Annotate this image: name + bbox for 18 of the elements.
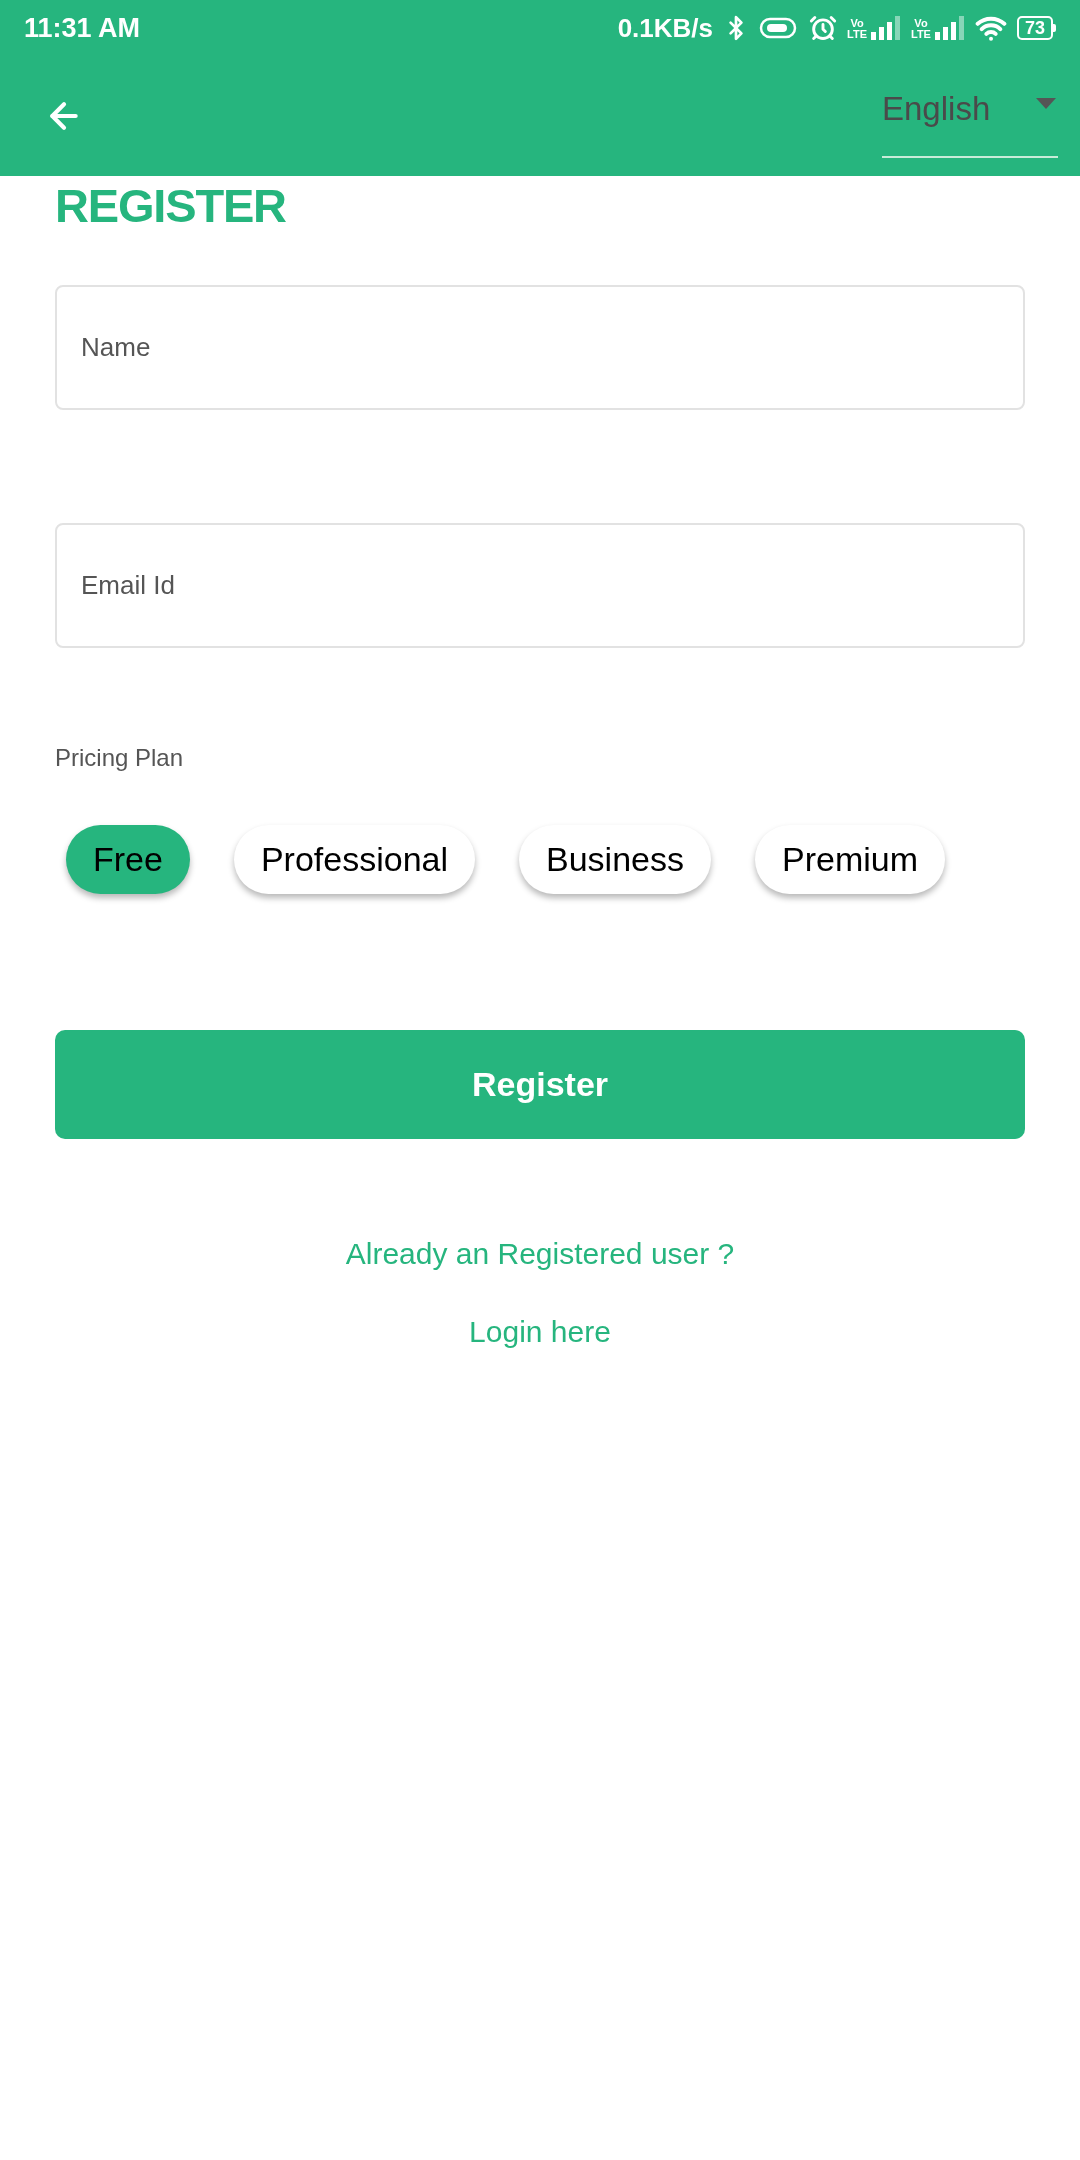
signal-icon (871, 16, 901, 40)
page-title: REGISTER (55, 178, 286, 234)
plan-chip[interactable]: Premium (755, 825, 946, 894)
plan-chip[interactable]: Free (66, 825, 190, 894)
status-time: 11:31 AM (24, 11, 141, 45)
volte-indicator: Vo LTE (911, 18, 931, 40)
plan-chip[interactable]: Business (519, 825, 711, 894)
plan-chip[interactable]: Professional (233, 825, 476, 894)
email-field[interactable]: Email Id (55, 523, 1025, 648)
battery-indicator: 73 (1016, 16, 1056, 40)
volte-indicator: Vo LTE (847, 18, 867, 40)
name-field[interactable]: Name (55, 285, 1025, 410)
dropdown-caret-icon (1036, 98, 1056, 109)
network-speed: 0.1KB/s (617, 11, 714, 45)
already-registered-text: Already an Registered user ? (345, 1236, 735, 1272)
signal-icon (934, 16, 965, 40)
alarm-icon (809, 14, 838, 42)
pricing-plan-label: Pricing Plan (55, 743, 184, 773)
